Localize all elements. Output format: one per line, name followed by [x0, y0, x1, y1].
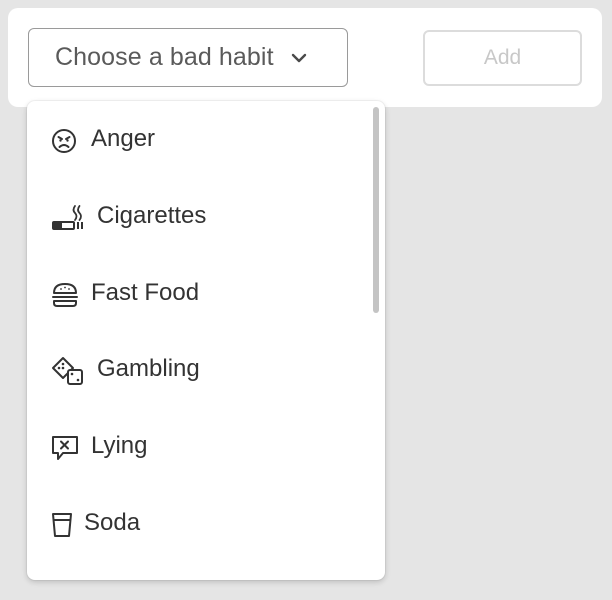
dropdown-scrollbar-thumb[interactable] [373, 107, 379, 313]
dropdown-item-label: Cigarettes [97, 202, 207, 229]
dropdown-item-label: Anger [91, 125, 156, 152]
dropdown-scrollbar-track [373, 107, 379, 574]
speech-bubble-x-icon [51, 434, 79, 462]
dropdown-item-anger[interactable]: Anger [27, 112, 367, 168]
dropdown-item-label: Lying [91, 432, 148, 459]
dropdown-item-lying[interactable]: Lying [27, 419, 367, 475]
habit-dropdown-menu: Anger Cigarettes Fast Food Gambling Lyin… [27, 101, 385, 580]
cup-icon [51, 511, 73, 539]
cigarette-icon [51, 203, 87, 231]
habit-select-placeholder: Choose a bad habit [55, 43, 274, 71]
habit-select[interactable]: Choose a bad habit [28, 28, 348, 87]
dropdown-item-label: Soda [84, 509, 141, 536]
add-button[interactable]: Add [423, 30, 582, 86]
angry-face-icon [51, 128, 77, 154]
burger-icon [51, 282, 79, 308]
dropdown-item-fast-food[interactable]: Fast Food [27, 266, 367, 322]
dropdown-item-cigarettes[interactable]: Cigarettes [27, 189, 367, 245]
chevron-down-icon [288, 47, 310, 69]
dropdown-item-soda[interactable]: Soda [27, 496, 367, 552]
dropdown-item-label: Fast Food [91, 279, 200, 306]
dropdown-item-label: Gambling [97, 355, 200, 382]
dice-icon [51, 356, 85, 386]
dropdown-item-gambling[interactable]: Gambling [27, 342, 367, 398]
